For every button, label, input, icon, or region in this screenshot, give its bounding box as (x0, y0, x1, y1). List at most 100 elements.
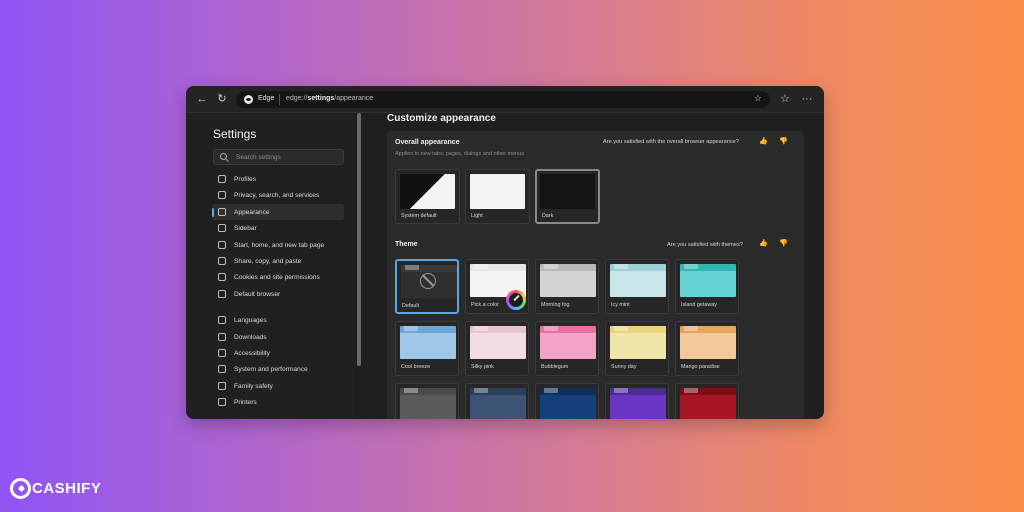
theme-swatch-tabbar (680, 264, 736, 271)
theme-feedback-question: Are you satisfied with themes? (667, 242, 743, 248)
theme-swatch-body (470, 395, 526, 419)
theme-option[interactable] (535, 383, 599, 419)
address-bar[interactable]: Edge edge://settings/appearance ☆ (236, 91, 770, 108)
thumbs-up-icon[interactable]: 👍 (759, 138, 768, 146)
theme-option[interactable]: Sunny day (605, 321, 669, 376)
thumbs-down-icon[interactable]: 👎 (779, 240, 788, 248)
theme-swatch (470, 326, 526, 359)
sidebar-item-family[interactable]: Family safety (212, 378, 344, 394)
thumbs-up-icon[interactable]: 👍 (759, 240, 768, 248)
settings-title: Settings (213, 127, 257, 141)
theme-option[interactable] (465, 383, 529, 419)
theme-option[interactable]: Morning fog (535, 259, 599, 314)
profile-icon (218, 175, 226, 183)
appearance-option-system-default[interactable]: System default (395, 169, 460, 224)
url-text: edge://settings/appearance (286, 95, 374, 102)
theme-swatch-body (610, 271, 666, 297)
appearance-icon (218, 207, 226, 216)
theme-swatch-tabbar (540, 264, 596, 271)
favorite-star-icon[interactable]: ☆ (754, 93, 762, 104)
sidebar-item-label: Printers (234, 399, 257, 407)
dark-preview (540, 174, 595, 209)
sidebar-item-share[interactable]: Share, copy, and paste (212, 253, 344, 269)
theme-swatch-body (540, 333, 596, 359)
search-input[interactable]: Search settings (213, 149, 344, 165)
theme-swatch-tabbar (470, 326, 526, 333)
sidebar-item-default[interactable]: Default browser (212, 286, 344, 302)
language-icon (218, 316, 226, 325)
sidebar-item-label: Start, home, and new tab page (234, 241, 325, 249)
sidebar-item-printers[interactable]: Printers (212, 394, 344, 410)
theme-swatch-body (400, 395, 456, 419)
search-icon (220, 153, 227, 160)
sidebar-item-start[interactable]: Start, home, and new tab page (212, 237, 344, 253)
theme-option[interactable]: Island getaway (675, 259, 739, 314)
download-icon (218, 332, 226, 341)
theme-swatch-tabbar (610, 326, 666, 333)
theme-swatch (540, 264, 596, 297)
system-icon (218, 365, 226, 374)
sidebar-item-cookies[interactable]: Cookies and site permissions (212, 269, 344, 285)
theme-swatch (680, 264, 736, 297)
edge-logo-icon (244, 95, 253, 104)
theme-option-label: Mango paradise (681, 364, 720, 370)
sidebar-item-sidebar[interactable]: Sidebar (212, 220, 344, 236)
theme-option[interactable]: Cool breeze (395, 321, 459, 376)
sidebar-item-appearance[interactable]: Appearance (212, 203, 344, 221)
sidebar-item-languages[interactable]: Languages (212, 312, 344, 328)
theme-option[interactable]: Pick a color (465, 259, 529, 314)
thumbs-down-icon[interactable]: 👎 (779, 138, 788, 146)
sidebar-item-accessibility[interactable]: Accessibility (212, 345, 344, 361)
favorites-icon[interactable]: ☆ (778, 92, 792, 106)
theme-swatch-tabbar (470, 388, 526, 395)
theme-swatch-tabbar (610, 264, 666, 271)
theme-swatch (401, 265, 457, 298)
settings-nav: Profiles Privacy, search, and services App… (212, 171, 344, 410)
more-options-icon[interactable]: ··· (800, 92, 814, 106)
appearance-option-light[interactable]: Light (465, 169, 530, 224)
theme-option[interactable]: Default (395, 259, 459, 314)
theme-option[interactable] (605, 383, 669, 419)
appearance-option-dark[interactable]: Dark (535, 169, 600, 224)
nav-gap (212, 302, 344, 312)
theme-swatch-tabbar (470, 264, 526, 271)
sidebar-item-label: System and performance (234, 366, 308, 374)
appearance-option-label: Dark (542, 213, 554, 219)
cookie-icon (218, 273, 226, 282)
theme-option[interactable]: Icy mint (605, 259, 669, 314)
back-arrow-icon[interactable]: ← (195, 92, 209, 106)
sidebar-item-label: Languages (234, 317, 267, 325)
browser-window: ← ↻ Edge edge://settings/appearance ☆ ☆ … (186, 86, 824, 419)
site-name: Edge (258, 95, 275, 102)
overall-feedback-question: Are you satisfied with the overall brows… (603, 139, 739, 145)
sidebar-item-label: Downloads (234, 333, 267, 341)
theme-option-label: Silky pink (471, 364, 494, 370)
theme-option[interactable] (395, 383, 459, 419)
scrollbar[interactable] (357, 113, 361, 366)
theme-option[interactable]: Silky pink (465, 321, 529, 376)
theme-swatch (400, 388, 456, 419)
sidebar-item-label: Default browser (234, 290, 281, 298)
theme-swatch-body (400, 333, 456, 359)
sidebar-item-profiles[interactable]: Profiles (212, 171, 344, 187)
sidebar-item-downloads[interactable]: Downloads (212, 329, 344, 345)
sidebar-item-privacy[interactable]: Privacy, search, and services (212, 187, 344, 203)
share-icon (218, 256, 226, 265)
theme-option[interactable] (675, 383, 739, 419)
appearance-panel: Overall appearance Applies to new tabs, … (387, 131, 804, 419)
theme-swatch-tabbar (680, 388, 736, 395)
theme-swatch-body (610, 333, 666, 359)
theme-option-label: Icy mint (611, 302, 630, 308)
theme-option-label: Pick a color (471, 302, 499, 308)
sidebar-item-system[interactable]: System and performance (212, 361, 344, 377)
theme-option[interactable]: Bubblegum (535, 321, 599, 376)
refresh-icon[interactable]: ↻ (215, 92, 229, 106)
color-picker-icon[interactable] (506, 290, 526, 310)
lock-icon (218, 191, 226, 200)
appearance-option-label: Light (471, 213, 483, 219)
theme-option-label: Island getaway (681, 302, 717, 308)
theme-swatch (680, 326, 736, 359)
theme-option-label: Cool breeze (401, 364, 431, 370)
theme-option[interactable]: Mango paradise (675, 321, 739, 376)
overall-appearance-subtitle: Applies to new tabs, pages, dialogs and … (395, 151, 525, 157)
